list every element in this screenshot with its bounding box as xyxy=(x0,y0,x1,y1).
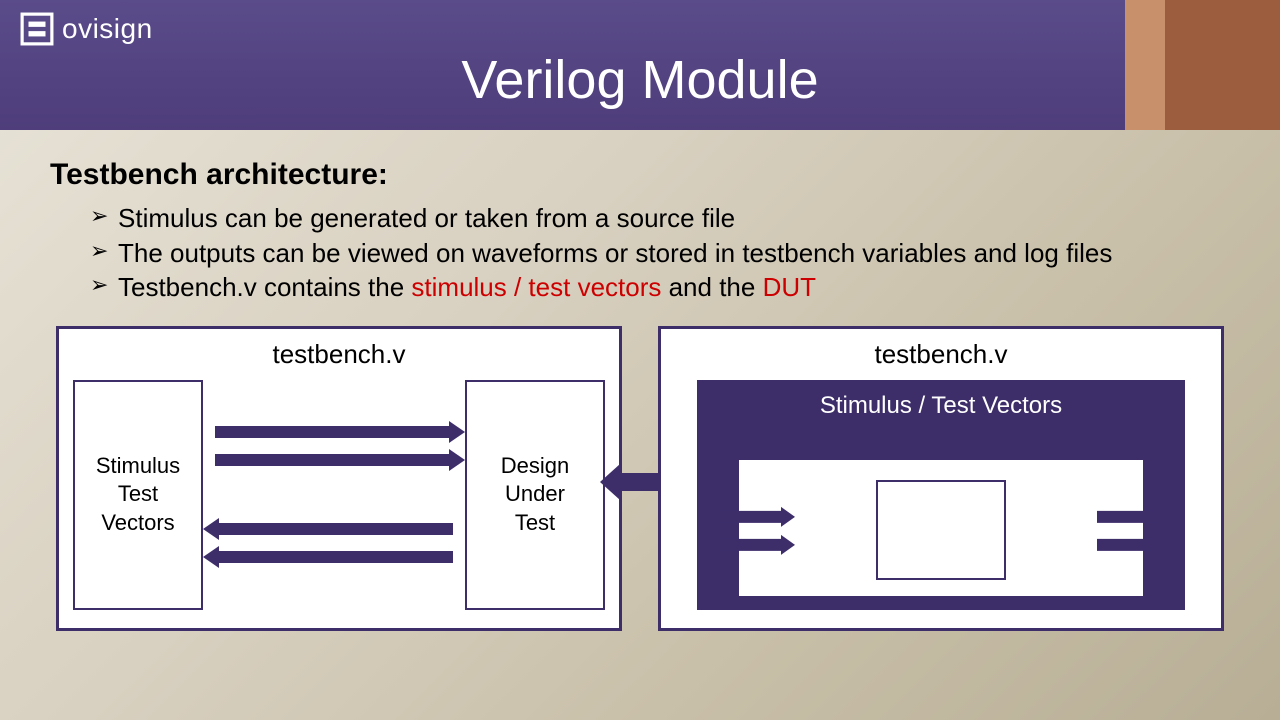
slide-body: Testbench architecture: Stimulus can be … xyxy=(0,130,1280,631)
dut-line-1: Design xyxy=(501,452,569,481)
bullet-2: The outputs can be viewed on waveforms o… xyxy=(90,237,1230,270)
diagram-left-title: testbench.v xyxy=(73,339,605,370)
dut-line-3: Test xyxy=(515,509,555,538)
bullet-3-text-a: Testbench.v contains the xyxy=(118,272,411,302)
bullet-list: Stimulus can be generated or taken from … xyxy=(50,202,1230,304)
brand-logo: ovisign xyxy=(20,12,153,46)
arrow-pair-top xyxy=(203,421,465,471)
bullet-3: Testbench.v contains the stimulus / test… xyxy=(90,271,1230,304)
arrow-left-icon xyxy=(205,546,463,568)
stimulus-wrap-label: Stimulus / Test Vectors xyxy=(820,392,1062,419)
stimulus-wrap-block: Stimulus / Test Vectors Design Under Tes… xyxy=(697,380,1185,610)
bullet-1: Stimulus can be generated or taken from … xyxy=(90,202,1230,235)
section-heading: Testbench architecture: xyxy=(50,158,1230,192)
bullet-3-text-b: and the xyxy=(661,272,762,302)
diagram-right-title: testbench.v xyxy=(675,339,1207,370)
output-arrows xyxy=(1089,506,1169,554)
header-accent-light xyxy=(1125,0,1165,130)
bullet-3-highlight-b: DUT xyxy=(763,272,816,302)
bullet-3-highlight-a: stimulus / test vectors xyxy=(411,272,661,302)
diagram-right-body: Stimulus / Test Vectors Design Under Tes… xyxy=(675,380,1207,610)
stimulus-line-2: Test xyxy=(118,480,158,509)
stimulus-line-1: Stimulus xyxy=(96,452,180,481)
stimulus-box: Stimulus Test Vectors xyxy=(73,380,203,610)
arrow-right-icon xyxy=(713,506,793,526)
arrow-left-icon xyxy=(205,518,463,540)
header-accent-dark xyxy=(1165,0,1280,130)
input-arrows xyxy=(713,506,793,554)
stimulus-line-3: Vectors xyxy=(101,509,174,538)
arrow-right-icon xyxy=(1089,506,1169,526)
slide-title: Verilog Module xyxy=(461,19,818,111)
diagram-row: testbench.v Stimulus Test Vectors xyxy=(50,326,1230,631)
logo-icon xyxy=(20,12,54,46)
arrow-right-icon xyxy=(205,449,463,471)
diagram-right: testbench.v Stimulus / Test Vectors Desi… xyxy=(658,326,1224,631)
stimulus-inner-area: Design Under Test xyxy=(737,458,1145,598)
arrow-column xyxy=(203,380,465,610)
arrow-right-icon xyxy=(205,421,463,443)
dut-box: Design Under Test xyxy=(465,380,605,610)
brand-text: ovisign xyxy=(62,13,153,45)
arrow-pair-bottom xyxy=(203,518,465,568)
slide-header: ovisign Verilog Module xyxy=(0,0,1280,130)
dut-box-small: Design Under Test xyxy=(876,480,1006,580)
arrow-right-icon xyxy=(1089,534,1169,554)
diagram-left-body: Stimulus Test Vectors Design xyxy=(73,380,605,610)
dut-line-2: Under xyxy=(505,480,565,509)
arrow-right-icon xyxy=(713,534,793,554)
diagram-left: testbench.v Stimulus Test Vectors xyxy=(56,326,622,631)
dut-small-line-2: Under Test xyxy=(893,530,989,555)
dut-small-line-1: Design xyxy=(910,505,972,530)
